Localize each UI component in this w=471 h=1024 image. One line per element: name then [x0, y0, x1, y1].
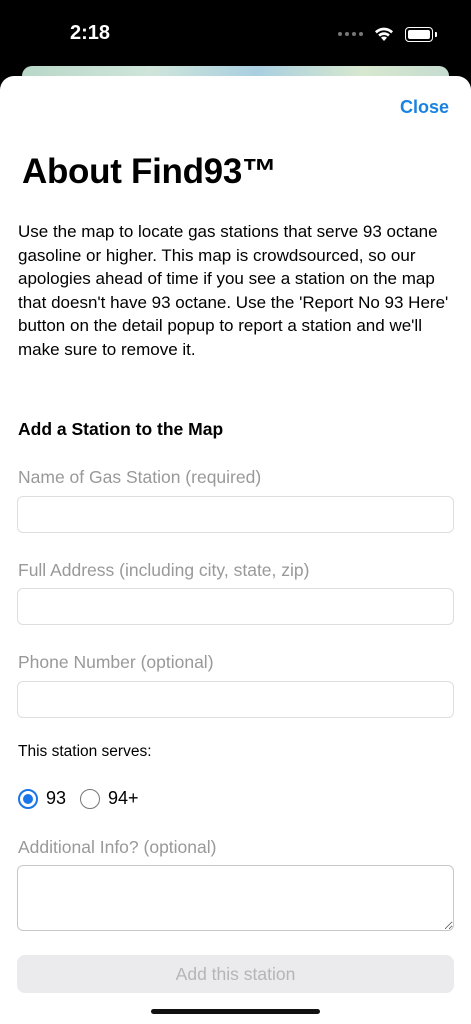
add-station-button[interactable]: Add this station — [17, 955, 454, 993]
address-field[interactable] — [17, 588, 454, 625]
octane-94-radio[interactable] — [80, 788, 101, 809]
additional-info-label: Additional Info? (optional) — [18, 837, 217, 857]
home-indicator — [151, 1009, 320, 1014]
status-time: 2:18 — [70, 22, 111, 44]
page-title: About Find93™ — [22, 152, 277, 191]
octane-94-label: 94+ — [108, 788, 139, 808]
battery-icon — [405, 26, 437, 42]
phone-label: Phone Number (optional) — [18, 652, 214, 672]
octane-93-label: 93 — [46, 788, 67, 808]
description-text: Use the map to locate gas stations that … — [18, 222, 449, 359]
station-name-label: Name of Gas Station (required) — [18, 467, 262, 487]
additional-info-field[interactable] — [17, 865, 454, 931]
close-button[interactable]: Close — [400, 97, 449, 118]
station-serves-label: This station serves: — [18, 743, 152, 760]
address-label: Full Address (including city, state, zip… — [18, 560, 310, 580]
status-icons — [338, 26, 437, 42]
octane-93-option[interactable]: 93 — [18, 788, 66, 809]
octane-radio-group: 93 94+ — [18, 788, 139, 809]
station-name-field[interactable] — [17, 496, 454, 533]
status-bar: 2:18 — [0, 0, 471, 70]
octane-93-radio[interactable] — [18, 788, 38, 809]
phone-field[interactable] — [17, 681, 454, 718]
about-sheet: Close About Find93™ Use the map to locat… — [0, 76, 471, 1024]
octane-94-option[interactable]: 94+ — [80, 788, 139, 809]
add-station-heading: Add a Station to the Map — [18, 419, 224, 439]
wifi-icon — [375, 27, 393, 41]
cellular-signal-icon — [338, 32, 363, 36]
